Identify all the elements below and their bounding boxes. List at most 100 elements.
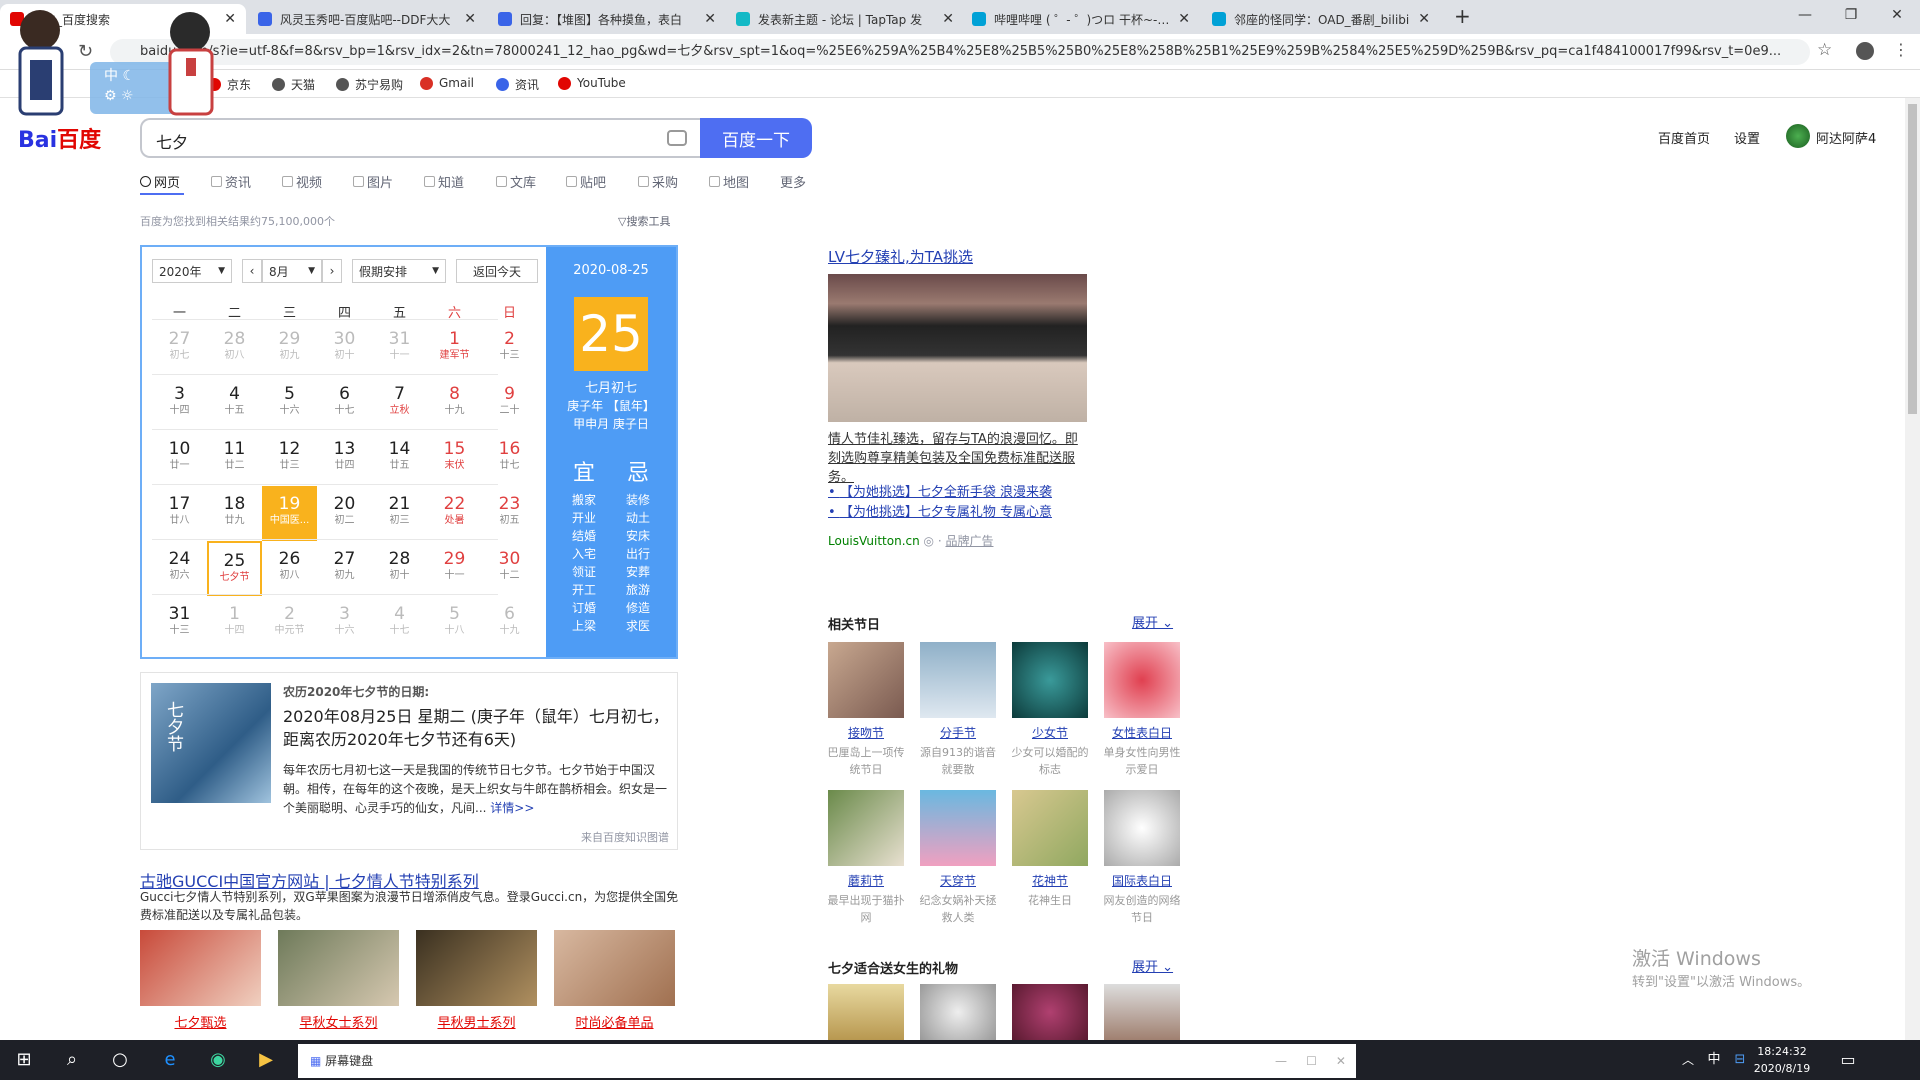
gift-image[interactable] — [1104, 984, 1180, 1040]
nav-tab[interactable]: 视频 — [282, 172, 322, 191]
avatar[interactable] — [1786, 124, 1810, 148]
lv-ad-image[interactable] — [828, 274, 1087, 422]
tab-close-icon[interactable]: ✕ — [1178, 11, 1190, 27]
festival-image[interactable] — [1104, 790, 1180, 866]
windows-start-icon[interactable]: ⊞ — [12, 1048, 36, 1072]
festival-link[interactable]: 花神节 — [1012, 872, 1088, 889]
menu-icon[interactable]: ⋮ — [1893, 40, 1909, 59]
festival-image[interactable] — [1104, 642, 1180, 718]
gucci-product-link[interactable]: 早秋男士系列 — [416, 1012, 537, 1031]
calendar-day[interactable]: 13 廿四 — [317, 431, 372, 486]
edge-icon[interactable]: e — [158, 1048, 182, 1072]
lv-link-her[interactable]: • 【为她挑选】七夕全新手袋 浪漫来袭 — [828, 481, 1052, 500]
task-view-icon[interactable]: ○ — [108, 1048, 132, 1072]
calendar-day[interactable]: 2 中元节 — [262, 596, 317, 651]
nav-tab[interactable]: 图片 — [353, 172, 393, 191]
player-icon[interactable]: ▶ — [254, 1048, 278, 1072]
festival-image[interactable] — [1012, 642, 1088, 718]
keyboard-window-controls[interactable]: — ☐ ✕ — [1275, 1044, 1346, 1078]
calendar-day[interactable]: 10 廿一 — [152, 431, 207, 486]
ime-app-icon[interactable]: ⊟ — [1728, 1048, 1752, 1072]
system-clock[interactable]: 18:24:32 2020/8/19 — [1752, 1043, 1812, 1077]
nav-tab[interactable]: 地图 — [709, 172, 749, 191]
browser-tab[interactable]: 风灵玉秀吧-百度贴吧--DDF大大 ✕ — [248, 4, 486, 34]
baidu-logo[interactable]: Bai百度 — [18, 122, 128, 162]
gucci-product-link[interactable]: 时尚必备单品 — [554, 1012, 675, 1031]
url-field[interactable]: baidu.com/s?ie=utf-8&f=8&rsv_bp=1&rsv_id… — [110, 39, 1810, 65]
nav-tab[interactable]: 知道 — [424, 172, 464, 191]
search-input[interactable]: 七夕 — [156, 129, 188, 153]
calendar-day[interactable]: 29 初九 — [262, 321, 317, 376]
festival-image[interactable] — [828, 642, 904, 718]
lv-ad-title[interactable]: LV七夕臻礼,为TA挑选 — [828, 246, 973, 267]
calendar-day[interactable]: 30 十二 — [482, 541, 537, 596]
calendar-day[interactable]: 16 廿七 — [482, 431, 537, 486]
new-tab-icon[interactable]: + — [1454, 4, 1471, 28]
festival-link[interactable]: 蘑莉节 — [828, 872, 904, 889]
calendar-day[interactable]: 21 初三 — [372, 486, 427, 541]
calendar-day[interactable]: 27 初九 — [317, 541, 372, 596]
bookmark-item[interactable]: 天猫 — [272, 76, 315, 93]
tab-close-icon[interactable]: ✕ — [942, 11, 954, 27]
minimize-button[interactable]: — — [1782, 0, 1828, 30]
on-screen-keyboard-window[interactable]: ▦ 屏幕键盘 — ☐ ✕ — [298, 1044, 1356, 1078]
nav-tab[interactable]: 资讯 — [211, 172, 251, 191]
year-select[interactable]: 2020年 ▼ — [152, 259, 232, 283]
bookmark-star-icon[interactable]: ☆ — [1817, 40, 1832, 60]
festival-link[interactable]: 女性表白日 — [1104, 724, 1180, 741]
calendar-day[interactable]: 3 十四 — [152, 376, 207, 431]
browser-tab[interactable]: 哔哩哔哩 ( ゜- ゜)つロ 干杯~-bili ✕ — [962, 4, 1200, 34]
close-window-button[interactable]: ✕ — [1874, 0, 1920, 30]
gift-image[interactable] — [1012, 984, 1088, 1040]
gucci-product-link[interactable]: 早秋女士系列 — [278, 1012, 399, 1031]
calendar-day[interactable]: 4 十七 — [372, 596, 427, 651]
gucci-product-image[interactable] — [416, 930, 537, 1006]
nav-tab[interactable]: 更多 — [780, 172, 806, 191]
nav-tab[interactable]: 采购 — [638, 172, 678, 191]
calendar-day[interactable]: 6 十九 — [482, 596, 537, 651]
nav-tab[interactable]: 网页 — [140, 172, 180, 191]
calendar-day[interactable]: 14 廿五 — [372, 431, 427, 486]
prev-month-button[interactable]: ‹ — [242, 259, 262, 283]
calendar-day[interactable]: 5 十八 — [427, 596, 482, 651]
browser-tab[interactable]: 发表新主题 - 论坛 | TapTap 发 ✕ — [726, 4, 964, 34]
settings-link[interactable]: 设置 — [1734, 128, 1760, 147]
page-scrollbar[interactable] — [1905, 98, 1920, 1040]
calendar-day[interactable]: 5 十六 — [262, 376, 317, 431]
calendar-day[interactable]: 25 七夕节 — [207, 541, 262, 596]
search-box[interactable]: 七夕 — [140, 118, 701, 158]
festivals-expand-button[interactable]: 展开 ⌄ — [1132, 612, 1173, 631]
camera-icon[interactable] — [667, 130, 687, 146]
ime-indicator[interactable]: 中 — [1702, 1048, 1726, 1072]
calendar-day[interactable]: 17 廿八 — [152, 486, 207, 541]
calendar-day[interactable]: 15 末伏 — [427, 431, 482, 486]
festival-link[interactable]: 接吻节 — [828, 724, 904, 741]
search-button[interactable]: 百度一下 — [700, 118, 812, 158]
bookmark-item[interactable]: 苏宁易购 — [336, 76, 403, 93]
notification-icon[interactable]: ▭ — [1836, 1048, 1860, 1072]
calendar-day[interactable]: 9 二十 — [482, 376, 537, 431]
calendar-day[interactable]: 24 初六 — [152, 541, 207, 596]
month-select[interactable]: 8月 ▼ — [262, 259, 322, 283]
calendar-day[interactable]: 1 十四 — [207, 596, 262, 651]
baidu-home-link[interactable]: 百度首页 — [1658, 128, 1710, 147]
bookmark-item[interactable]: 资讯 — [496, 76, 539, 93]
calendar-day[interactable]: 3 十六 — [317, 596, 372, 651]
festival-link[interactable]: 分手节 — [920, 724, 996, 741]
tray-chevron-icon[interactable]: ︿ — [1676, 1048, 1700, 1072]
calendar-day[interactable]: 27 初七 — [152, 321, 207, 376]
nav-tab[interactable]: 贴吧 — [566, 172, 606, 191]
tab-close-icon[interactable]: ✕ — [464, 11, 476, 27]
calendar-day[interactable]: 6 十七 — [317, 376, 372, 431]
calendar-day[interactable]: 20 初二 — [317, 486, 372, 541]
browser-tab[interactable]: 回复：【堆图】各种摸鱼，表白 ✕ — [488, 4, 726, 34]
tab-close-icon[interactable]: ✕ — [704, 11, 716, 27]
calendar-day[interactable]: 23 初五 — [482, 486, 537, 541]
lv-link-him[interactable]: • 【为他挑选】七夕专属礼物 专属心意 — [828, 501, 1052, 520]
gifts-expand-button[interactable]: 展开 ⌄ — [1132, 956, 1173, 975]
holiday-select[interactable]: 假期安排 ▼ — [352, 259, 446, 283]
gift-image[interactable] — [828, 984, 904, 1040]
calendar-day[interactable]: 26 初八 — [262, 541, 317, 596]
nav-tab[interactable]: 文库 — [496, 172, 536, 191]
gucci-product-image[interactable] — [140, 930, 261, 1006]
